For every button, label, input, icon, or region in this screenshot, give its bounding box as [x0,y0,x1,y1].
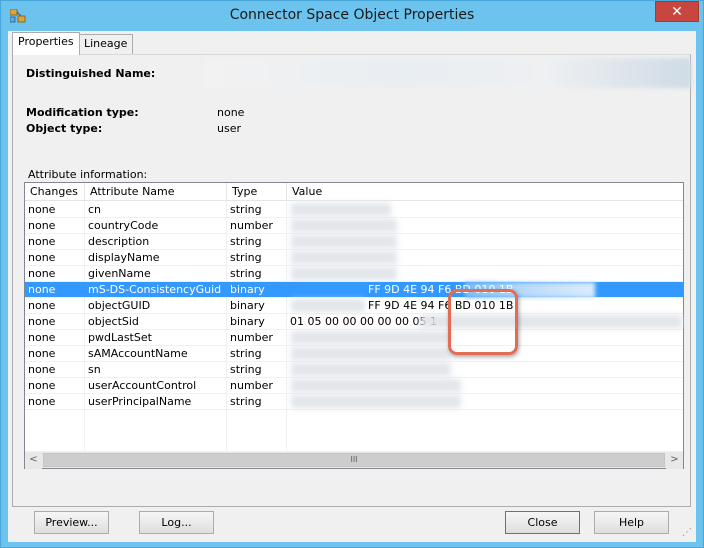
cell-value-redacted [291,219,397,232]
cell-type: string [230,347,262,360]
title-bar[interactable]: Connector Space Object Properties ✕ [1,1,703,31]
table-row-selected[interactable]: none mS-DS-ConsistencyGuid binary FF 9D … [25,282,683,298]
object-type-value: user [217,122,241,135]
cell-changes: none [28,347,56,360]
cell-value-redacted [291,363,451,376]
preview-button[interactable]: Preview... [34,511,109,534]
distinguished-name-label: Distinguished Name: [26,67,156,80]
table-row[interactable]: none objectGUID binary FF 9D 4E 94 F6 BD… [25,298,683,314]
table-row[interactable]: none displayName string [25,250,683,266]
table-row[interactable]: none countryCode number [25,218,683,234]
cell-type: string [230,251,262,264]
cell-changes: none [28,315,56,328]
cell-value-redacted [291,267,397,280]
table-row[interactable]: none sAMAccountName string [25,346,683,362]
cell-attribute-name: displayName [88,251,160,264]
attribute-list[interactable]: Changes Attribute Name Type Value none c… [24,182,684,469]
cell-value-redacted [291,331,451,344]
cell-attribute-name: cn [88,203,102,216]
cell-attribute-name: pwdLastSet [88,331,152,344]
table-row[interactable]: none userAccountControl number [25,378,683,394]
close-icon: ✕ [671,4,683,20]
cell-type: string [230,203,262,216]
cell-type: number [230,379,273,392]
cell-changes: none [28,219,56,232]
scroll-right-icon[interactable]: > [666,452,683,469]
dialog-window: Connector Space Object Properties ✕ Prop… [0,0,704,548]
scroll-left-icon[interactable]: < [25,452,42,469]
column-header-attribute-name[interactable]: Attribute Name [85,183,227,201]
table-row[interactable]: none givenName string [25,266,683,282]
cell-value-redacted [291,203,391,216]
cell-value-redacted [291,379,461,392]
cell-changes: none [28,283,56,296]
cell-value-redacted [291,347,451,360]
cell-type: binary [230,299,265,312]
cell-attribute-name: sAMAccountName [88,347,188,360]
table-row[interactable]: none objectSid binary 01 05 00 00 00 00 … [25,314,683,330]
column-header-value[interactable]: Value [287,183,683,201]
cell-type: number [230,331,273,344]
resize-grip-icon[interactable]: ⋰ [682,528,694,540]
cell-changes: none [28,395,56,408]
highlight-callout-box [448,289,518,355]
column-header-type[interactable]: Type [227,183,287,201]
table-row[interactable]: none pwdLastSet number [25,330,683,346]
cell-type: binary [230,315,265,328]
properties-panel: Distinguished Name: Modification type: n… [12,54,691,507]
cell-attribute-name: userAccountControl [88,379,197,392]
cell-changes: none [28,235,56,248]
object-type-label: Object type: [26,122,103,135]
cell-attribute-name: objectSid [88,315,139,328]
cell-attribute-name: countryCode [88,219,159,232]
cell-changes: none [28,363,56,376]
cell-value-redacted [291,235,397,248]
cell-type: number [230,219,273,232]
cell-type: string [230,235,262,248]
dialog-client: Properties Lineage Distinguished Name: M… [8,31,696,542]
cell-type: string [230,395,262,408]
cell-changes: none [28,203,56,216]
cell-value-redacted [291,251,397,264]
attribute-information-label: Attribute information: [28,168,148,181]
cell-changes: none [28,299,56,312]
cell-changes: none [28,331,56,344]
cell-value-redacted [291,395,461,408]
cell-value: 01 05 00 00 00 00 00 05 1 [290,315,437,328]
tab-lineage[interactable]: Lineage [78,34,134,54]
scrollbar-thumb[interactable]: III [43,453,665,467]
table-row[interactable]: none cn string [25,202,683,218]
attribute-list-header: Changes Attribute Name Type Value [25,183,683,201]
close-button[interactable]: Close [505,511,580,534]
log-button[interactable]: Log... [139,511,214,534]
cell-attribute-name: objectGUID [88,299,151,312]
table-row[interactable]: none sn string [25,362,683,378]
cell-value-redacted [291,299,365,312]
cell-changes: none [28,379,56,392]
help-button[interactable]: Help [594,511,669,534]
cell-changes: none [28,267,56,280]
column-header-changes[interactable]: Changes [25,183,85,201]
close-window-button[interactable]: ✕ [655,1,699,22]
cell-type: string [230,267,262,280]
cell-changes: none [28,251,56,264]
cell-type: binary [230,283,265,296]
cell-attribute-name: mS-DS-ConsistencyGuid [88,283,222,296]
table-row[interactable]: none userPrincipalName string [25,394,683,410]
cell-attribute-name: sn [88,363,101,376]
horizontal-scrollbar[interactable]: < III > [25,451,683,469]
distinguished-name-value-redacted [205,58,691,88]
cell-type: string [230,363,262,376]
window-title: Connector Space Object Properties [229,7,475,23]
cell-attribute-name: description [88,235,150,248]
cell-attribute-name: userPrincipalName [88,395,192,408]
cell-attribute-name: givenName [88,267,151,280]
tab-properties[interactable]: Properties [12,32,80,55]
modification-type-label: Modification type: [26,106,139,119]
modification-type-value: none [217,106,245,119]
table-row[interactable]: none description string [25,234,683,250]
